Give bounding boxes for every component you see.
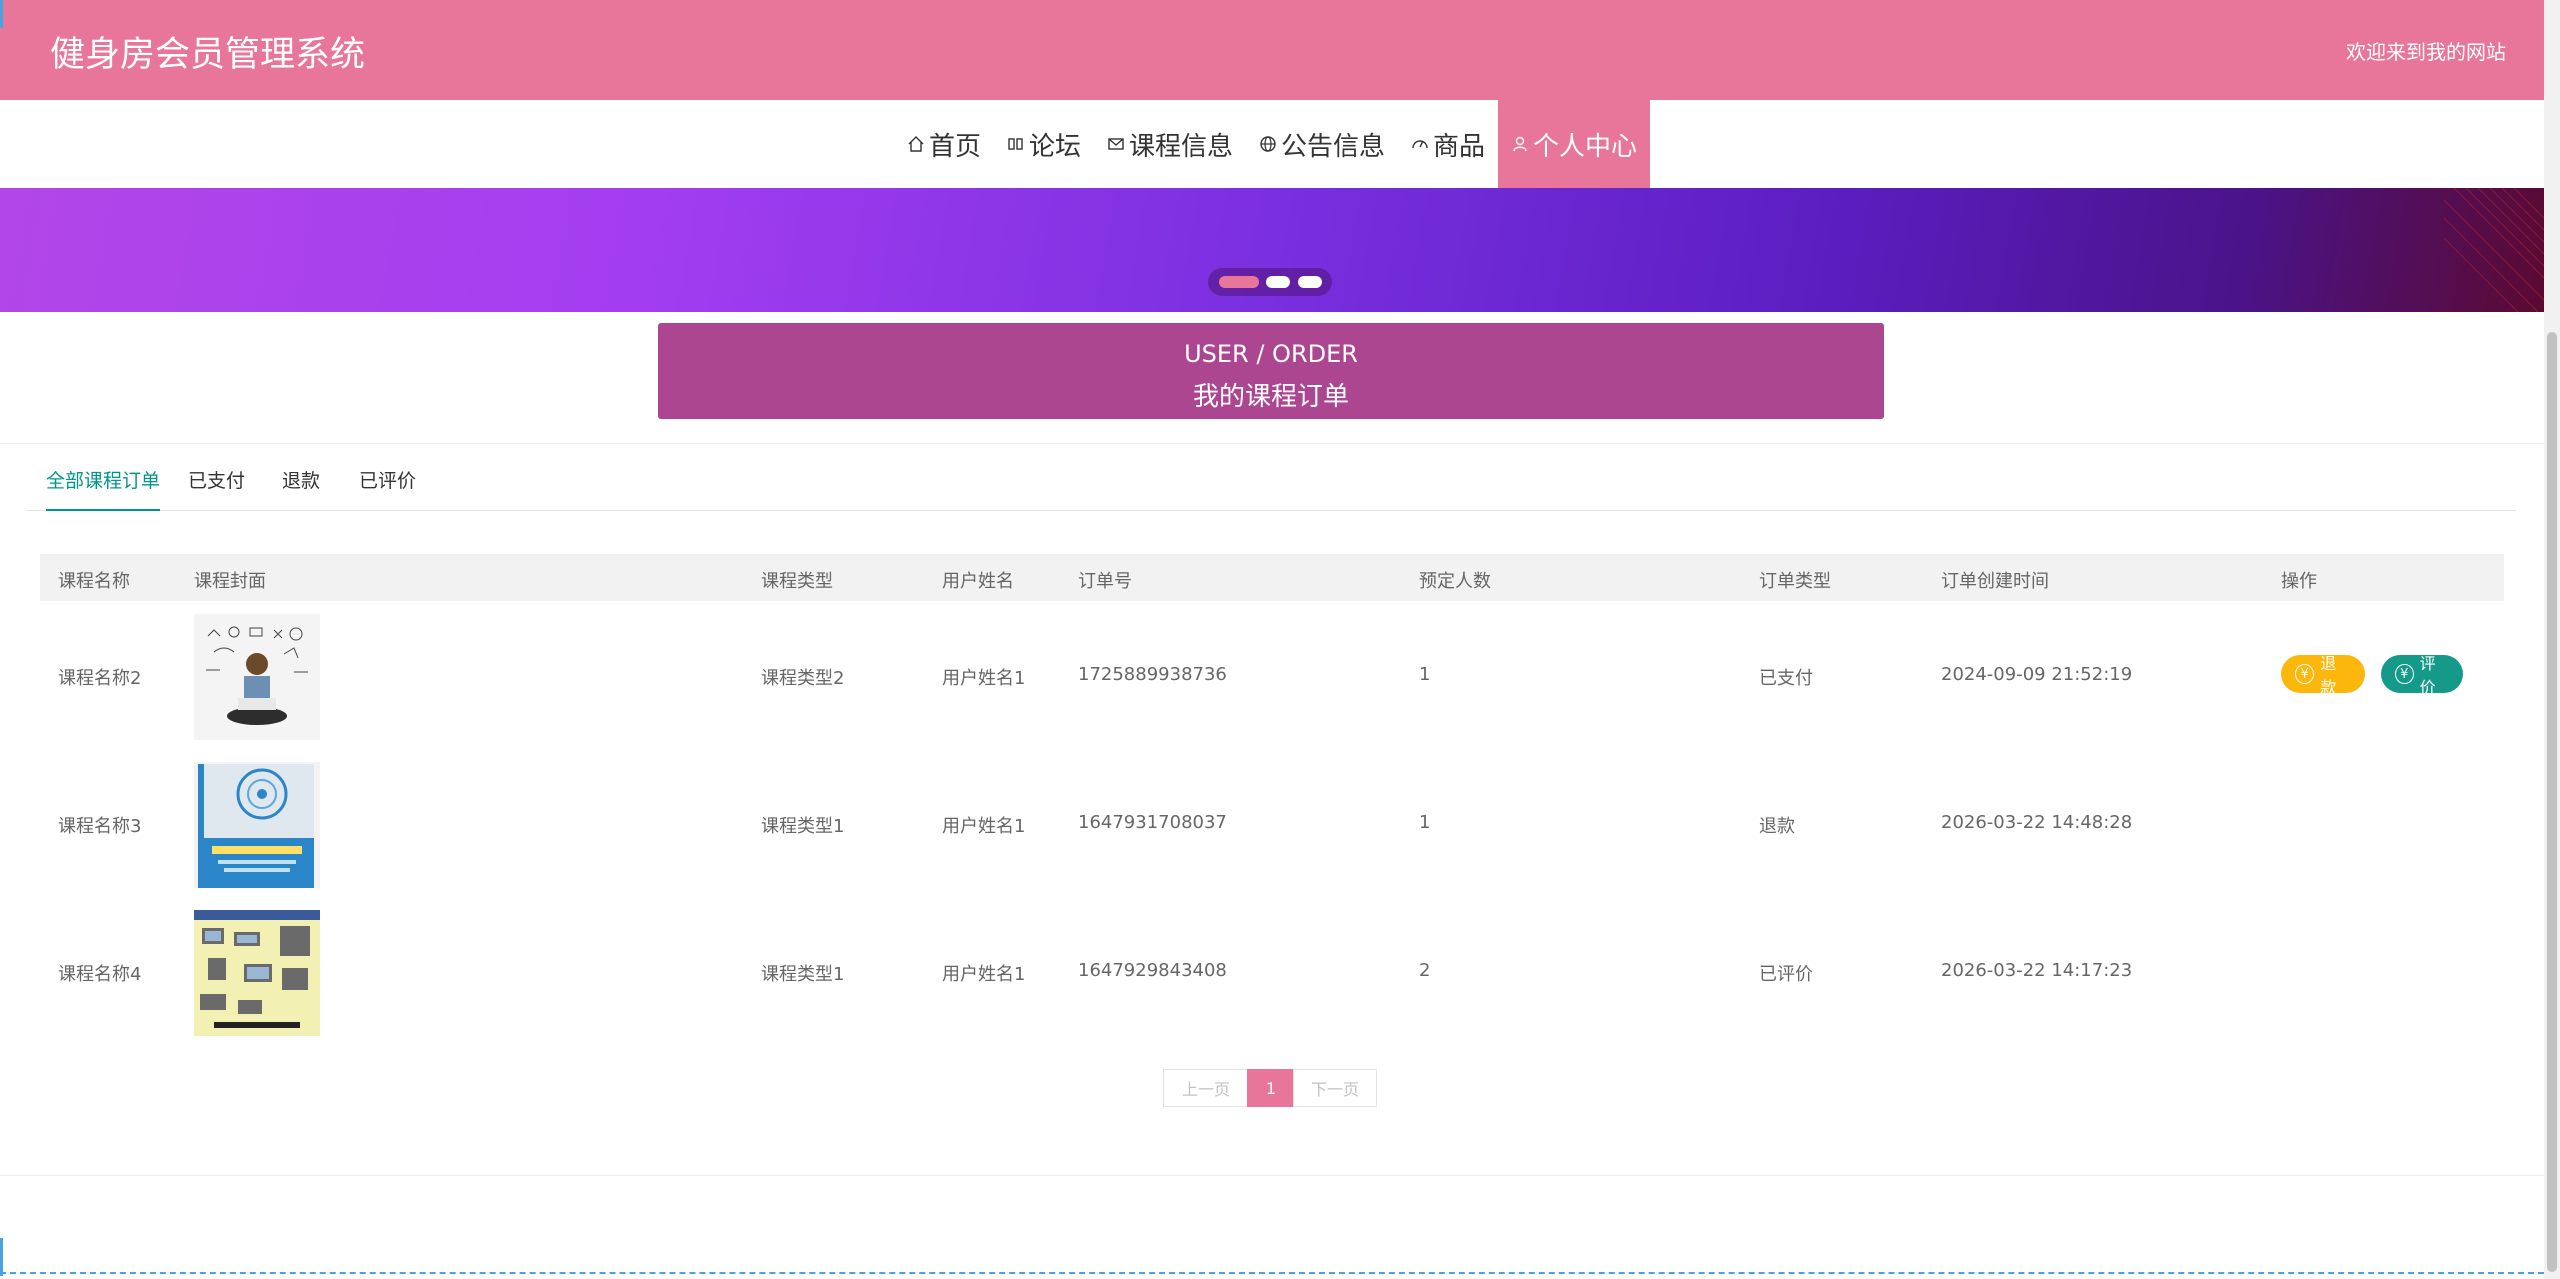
cell-course-name: 课程名称2 [58, 668, 142, 689]
cell-user-name: 用户姓名1 [942, 668, 1026, 689]
cell-user-name: 用户姓名1 [942, 964, 1026, 985]
nav-item-label: 首页 [928, 131, 981, 162]
cell-order-no: 1647929843408 [1078, 960, 1227, 981]
cell-course-type: 课程类型1 [761, 816, 845, 837]
cell-user-name: 用户姓名1 [942, 816, 1026, 837]
refund-button-label: 退款 [2320, 654, 2337, 697]
scrollbar-thumb[interactable] [2547, 332, 2557, 1272]
table-row: 课程名称3 课程类型1 用户姓名1 1647931708037 1 退款 202… [40, 750, 2504, 898]
cell-count: 1 [1419, 664, 1431, 685]
col-cover: 课程封面 [194, 571, 266, 592]
cell-order-no: 1647931708037 [1078, 812, 1227, 833]
page-title-banner: USER / ORDER 我的课程订单 [658, 323, 1884, 419]
site-title: 健身房会员管理系统 [50, 35, 366, 75]
table-row: 课程名称4 课程类型1 用户姓名1 1647929843408 2 已评价 20… [40, 898, 2504, 1046]
carousel-dot[interactable] [1266, 276, 1290, 288]
edge-marker [0, 0, 3, 28]
nav-item-label: 商品 [1433, 131, 1486, 162]
order-tabs: 全部课程订单 已支付 退款 已评价 [26, 470, 2516, 511]
nav-item-personal-center[interactable]: 个人中心 [1498, 100, 1651, 188]
carousel-dot[interactable] [1298, 276, 1322, 288]
carousel-dot[interactable] [1219, 276, 1259, 288]
hero-banner [0, 188, 2544, 312]
carousel-dots [1208, 268, 1332, 296]
page-title: 我的课程订单 [1192, 382, 1349, 412]
refund-button[interactable]: ¥ 退款 [2281, 654, 2365, 697]
nav-item-products[interactable]: 商品 [1398, 100, 1498, 188]
tab-reviewed[interactable]: 已评价 [359, 470, 416, 509]
table-row: 课程名称2 课程类型2 用户姓名1 1725889938736 1 已支付 20… [40, 602, 2504, 750]
course-cover-image [194, 762, 320, 888]
page-scrollbar[interactable] [2544, 0, 2560, 1279]
cell-created: 2026-03-22 14:17:23 [1941, 960, 2133, 981]
col-order-no: 订单号 [1078, 571, 1132, 592]
user-icon [1513, 136, 1527, 152]
review-button-label: 评价 [2419, 654, 2436, 697]
gauge-icon [1412, 140, 1428, 149]
main-nav: 首页 论坛 课程信息 公告信息 商品 个人中心 [0, 100, 2544, 188]
table-header: 课程名称 课程封面 课程类型 用户姓名 订单号 预定人数 订单类型 订单创建时间… [40, 554, 2504, 601]
nav-item-course-info[interactable]: 课程信息 [1094, 100, 1246, 188]
globe-icon [1260, 136, 1276, 152]
cell-order-type: 已评价 [1759, 964, 1813, 985]
home-icon [908, 136, 924, 152]
yen-icon: ¥ [2295, 664, 2315, 684]
banner-decoration [2444, 188, 2544, 312]
nav-item-forum[interactable]: 论坛 [994, 100, 1094, 188]
yen-icon: ¥ [2395, 664, 2414, 684]
nav-item-label: 公告信息 [1281, 131, 1386, 162]
col-order-type: 订单类型 [1759, 571, 1831, 592]
course-cover-image [194, 614, 320, 740]
col-course-type: 课程类型 [761, 571, 833, 592]
mail-icon [1108, 138, 1124, 150]
tab-refund[interactable]: 退款 [282, 470, 320, 509]
cell-order-type: 已支付 [1759, 668, 1813, 689]
col-user-name: 用户姓名 [942, 571, 1014, 592]
col-actions: 操作 [2281, 571, 2317, 592]
nav-item-label: 课程信息 [1128, 131, 1233, 162]
cell-course-name: 课程名称3 [58, 816, 142, 837]
cell-course-name: 课程名称4 [58, 964, 142, 985]
cell-order-type: 退款 [1759, 816, 1795, 837]
nav-item-label: 个人中心 [1533, 131, 1638, 162]
next-page-button[interactable]: 下一页 [1293, 1069, 1377, 1107]
edge-marker [0, 1238, 3, 1276]
col-count: 预定人数 [1419, 571, 1491, 592]
nav-item-home[interactable]: 首页 [894, 100, 994, 188]
nav-item-notices[interactable]: 公告信息 [1246, 100, 1398, 188]
review-button[interactable]: ¥ 评价 [2381, 654, 2463, 697]
welcome-text: 欢迎来到我的网站 [2346, 40, 2506, 64]
site-header: 健身房会员管理系统 欢迎来到我的网站 [0, 0, 2544, 100]
nav-item-label: 论坛 [1028, 131, 1081, 162]
page-subtitle: USER / ORDER [1184, 340, 1358, 368]
order-panel: 全部课程订单 已支付 退款 已评价 课程名称 课程封面 课程类型 用户姓名 订单… [0, 443, 2544, 1176]
layout-guide-line [0, 1272, 2544, 1274]
cell-order-no: 1725889938736 [1078, 664, 1227, 685]
page-button-current[interactable]: 1 [1247, 1069, 1295, 1107]
cell-course-type: 课程类型2 [761, 668, 845, 689]
cell-count: 1 [1419, 812, 1431, 833]
forum-icon [1008, 138, 1023, 150]
course-cover-image [194, 910, 320, 1036]
col-course-name: 课程名称 [58, 571, 130, 592]
cell-created: 2026-03-22 14:48:28 [1941, 812, 2133, 833]
tab-paid[interactable]: 已支付 [188, 470, 245, 509]
tab-all-orders[interactable]: 全部课程订单 [46, 470, 161, 511]
col-created: 订单创建时间 [1941, 571, 2049, 592]
cell-created: 2024-09-09 21:52:19 [1941, 664, 2133, 685]
prev-page-button[interactable]: 上一页 [1163, 1069, 1249, 1107]
cell-course-type: 课程类型1 [761, 964, 845, 985]
cell-count: 2 [1419, 960, 1431, 981]
